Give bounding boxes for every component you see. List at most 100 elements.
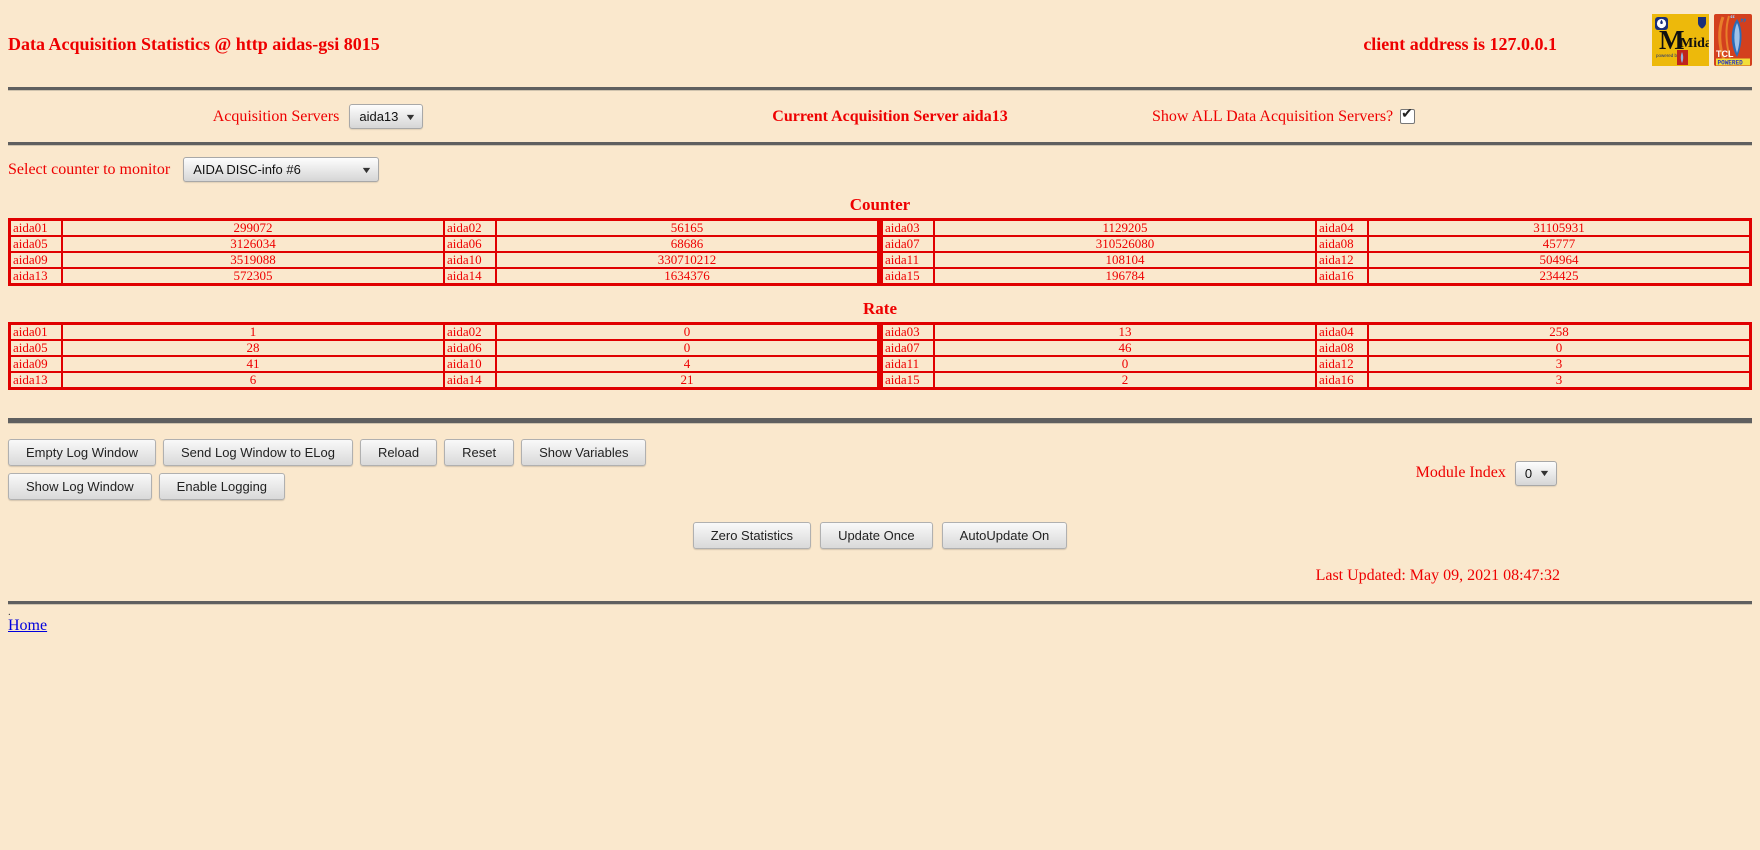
channel-value: 330710212 [496, 252, 878, 268]
channel-name: aida02 [443, 220, 497, 236]
channel-value: 46 [934, 340, 1316, 356]
channel-value: 258 [1368, 324, 1750, 340]
channel-value: 13 [934, 324, 1316, 340]
divider [8, 87, 1752, 91]
log-buttons: Empty Log Window Send Log Window to ELog R… [8, 439, 1416, 507]
acquisition-server-selected: aida13 [359, 109, 399, 124]
channel-name: aida02 [443, 324, 497, 340]
channel-value: 0 [934, 356, 1316, 372]
module-index-selected: 0 [1524, 465, 1533, 481]
controls-row: Empty Log Window Send Log Window to ELog R… [8, 439, 1752, 507]
channel-value: 21 [496, 372, 878, 388]
channel-name: aida11 [882, 252, 935, 268]
zero-statistics-button[interactable]: Zero Statistics [692, 522, 812, 549]
channel-value: 56165 [496, 220, 878, 236]
acquisition-servers-group: Acquisition Servers aida13 ▼ [8, 104, 628, 129]
channel-value: 1 [62, 324, 444, 340]
show-all-checkbox[interactable] [1400, 106, 1416, 124]
channel-name: aida04 [1315, 324, 1369, 340]
channel-name: aida10 [443, 252, 497, 268]
channel-name: aida12 [1315, 356, 1369, 372]
autoupdate-on-button[interactable]: AutoUpdate On [941, 522, 1068, 549]
midas-logo[interactable]: M Midas powered by [1652, 14, 1709, 66]
counter-monitor-label: Select counter to monitor [8, 160, 171, 178]
counter-tables: aida01 299072 aida02 56165 aida05 3126034 aida… [8, 218, 1752, 286]
divider [8, 142, 1752, 146]
chevron-down-icon: ▼ [1538, 468, 1551, 478]
home-link[interactable]: Home [8, 617, 47, 634]
channel-value: 196784 [934, 268, 1316, 284]
table-row: aida09 41 aida10 4 [10, 356, 878, 372]
channel-name: aida06 [443, 340, 497, 356]
svg-text:“: “ [1730, 14, 1735, 25]
dot-text: . [8, 606, 11, 618]
channel-value: 41 [62, 356, 444, 372]
channel-value: 3 [1368, 356, 1750, 372]
last-updated-text: Last Updated: May 09, 2021 08:47:32 [1315, 567, 1560, 584]
table-row: aida13 6 aida14 21 [10, 372, 878, 388]
channel-name: aida03 [882, 220, 935, 236]
channel-value: 0 [496, 324, 878, 340]
module-index-select[interactable]: 0 ▼ [1514, 460, 1557, 486]
channel-name: aida05 [10, 236, 63, 252]
tcl-powered-logo[interactable]: ” “ TCL POWERED [1714, 14, 1752, 66]
counter-table-right: aida03 1129205 aida04 31105931 aida07 3105260… [880, 218, 1752, 286]
channel-name: aida01 [10, 220, 63, 236]
counter-section-title: Counter [849, 195, 911, 214]
update-once-button[interactable]: Update Once [820, 522, 933, 549]
channel-name: aida09 [10, 356, 63, 372]
channel-name: aida08 [1315, 236, 1369, 252]
show-log-window-button[interactable]: Show Log Window [8, 473, 152, 500]
counter-monitor-row: Select counter to monitor AIDA DISC-info… [8, 157, 1752, 182]
channel-value: 1129205 [934, 220, 1316, 236]
table-row: aida13 572305 aida14 1634376 [10, 268, 878, 284]
channel-name: aida05 [10, 340, 63, 356]
channel-name: aida07 [882, 340, 935, 356]
table-row: aida07 310526080 aida08 45777 [882, 236, 1750, 252]
channel-value: 68686 [496, 236, 878, 252]
channel-value: 299072 [62, 220, 444, 236]
acquisition-row: Acquisition Servers aida13 ▼ Current Acq… [8, 104, 1752, 129]
table-row: aida11 0 aida12 3 [882, 356, 1750, 372]
table-row: aida05 28 aida06 0 [10, 340, 878, 356]
channel-value: 0 [496, 340, 878, 356]
channel-name: aida11 [882, 356, 935, 372]
channel-value: 504964 [1368, 252, 1750, 268]
send-log-window-to-elog-button[interactable]: Send Log Window to ELog [163, 439, 353, 466]
table-row: aida03 1129205 aida04 31105931 [882, 220, 1750, 236]
channel-value: 0 [1368, 340, 1750, 356]
empty-log-window-button[interactable]: Empty Log Window [8, 439, 156, 466]
channel-value: 310526080 [934, 236, 1316, 252]
rate-table-left: aida01 1 aida02 0 aida05 28 aida06 0 aida09 41 aid… [8, 322, 880, 390]
current-acquisition-server-text: Current Acquisition Server aida13 [772, 107, 1008, 125]
channel-name: aida14 [443, 268, 497, 284]
channel-value: 31105931 [1368, 220, 1750, 236]
counter-monitor-select[interactable]: AIDA DISC-info #6 ▼ [183, 157, 380, 182]
channel-value: 572305 [62, 268, 444, 284]
page-title: Data Acquisition Statistics @ http aidas… [8, 34, 380, 54]
channel-value: 45777 [1368, 236, 1750, 252]
divider [8, 601, 1752, 605]
reset-button[interactable]: Reset [444, 439, 515, 466]
midas-powered-by-text: powered by [1656, 53, 1680, 58]
reload-button[interactable]: Reload [359, 439, 438, 466]
channel-name: aida14 [443, 372, 497, 388]
channel-name: aida07 [882, 236, 935, 252]
counter-monitor-selected: AIDA DISC-info #6 [193, 162, 301, 177]
channel-name: aida13 [10, 372, 63, 388]
counter-table-left: aida01 299072 aida02 56165 aida05 3126034 aida… [8, 218, 880, 286]
table-row: aida05 3126034 aida06 68686 [10, 236, 878, 252]
update-buttons-row: Zero Statistics Update Once AutoUpdate On [8, 522, 1752, 549]
table-row: aida15 196784 aida16 234425 [882, 268, 1750, 284]
channel-name: aida16 [1315, 268, 1369, 284]
channel-name: aida13 [10, 268, 63, 284]
show-all-group: Show ALL Data Acquisition Servers? [1152, 106, 1752, 126]
show-variables-button[interactable]: Show Variables [521, 439, 647, 466]
channel-name: aida04 [1315, 220, 1369, 236]
channel-value: 6 [62, 372, 444, 388]
enable-logging-button[interactable]: Enable Logging [158, 473, 286, 500]
header: Data Acquisition Statistics @ http aidas… [8, 0, 1752, 66]
acquisition-server-select[interactable]: aida13 ▼ [349, 104, 424, 129]
channel-name: aida06 [443, 236, 497, 252]
module-index-label: Module Index [1415, 464, 1506, 481]
